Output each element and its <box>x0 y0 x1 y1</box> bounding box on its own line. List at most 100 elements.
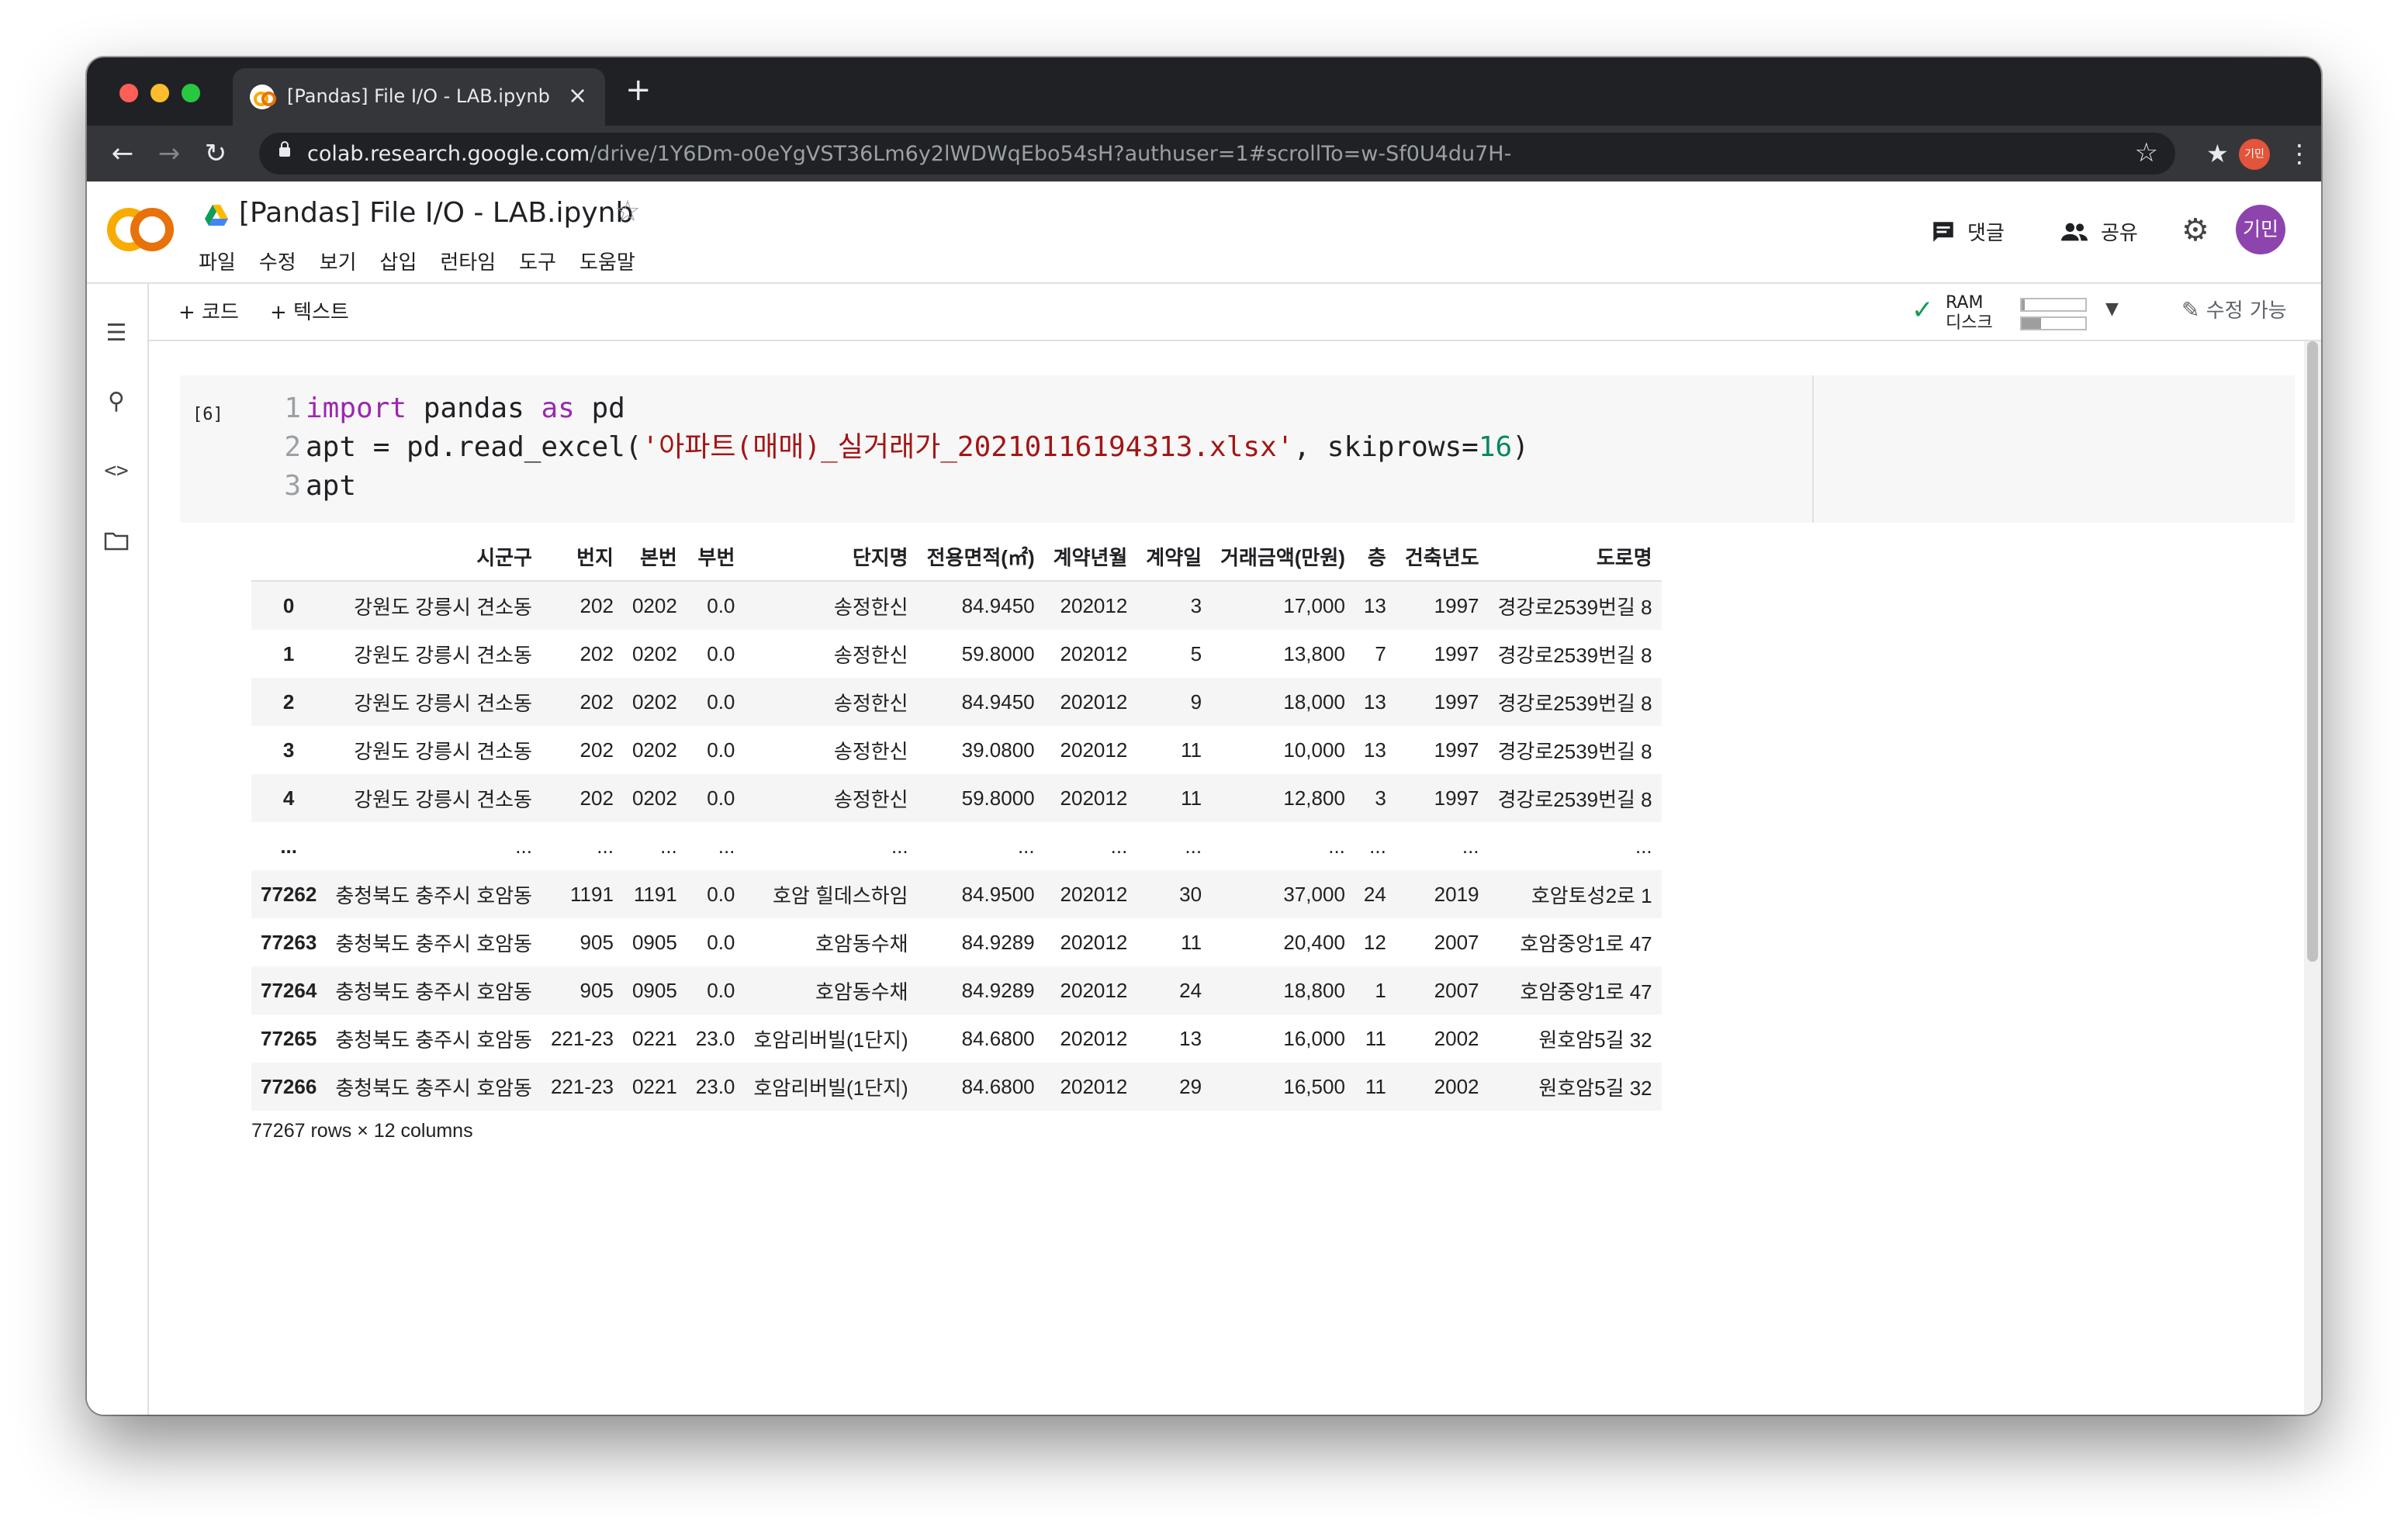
code-cell[interactable]: [6] 1 import pandas as pd 2 apt = pd.read_e… <box>180 375 2295 523</box>
add-text-button[interactable]: + 텍스트 <box>270 296 349 325</box>
reload-icon[interactable]: ↻ <box>199 137 233 171</box>
notebook-title[interactable]: [Pandas] File I/O - LAB.ipynb <box>239 197 633 229</box>
table-cell: 호암중앙1로 47 <box>1488 966 1662 1014</box>
table-cell: ... <box>1635 834 1652 858</box>
table-cell: ... <box>1110 834 1128 858</box>
add-code-button[interactable]: + 코드 <box>178 296 239 325</box>
address-bar[interactable]: colab.research.google.com/drive/1Y6Dm-o0… <box>259 133 2175 175</box>
table-row: 77264 충청북도 충주시 호암동 905 0905 0.0 호암동수채 84.9289 2… <box>251 966 1662 1014</box>
table-cell: 0202 <box>631 641 677 665</box>
table-cell: ... <box>1185 834 1202 858</box>
row-index: 77265 <box>261 1026 317 1050</box>
table-cell: 13 <box>1354 581 1396 630</box>
scrollbar-thumb[interactable] <box>2307 341 2318 962</box>
table-cell: 0.0 <box>686 966 745 1014</box>
table-cell: 30 <box>1137 870 1212 918</box>
notebook-toolbar: + 코드 + 텍스트 ✓ RAM 디스크 ▼ ✎ 수정 가능 ⌃ <box>149 284 2321 341</box>
code-snippets-icon[interactable]: <> <box>101 459 132 490</box>
table-cell: 0202 <box>631 738 677 762</box>
table-row: 3 강원도 강릉시 견소동 202 0202 0.0 송정한신 39.0800 202012 1… <box>251 726 1662 774</box>
user-avatar[interactable]: 기민 <box>2236 205 2285 254</box>
settings-gear-icon[interactable]: ⚙ <box>2181 213 2209 248</box>
forward-icon[interactable]: → <box>152 137 186 171</box>
minimize-window-button[interactable] <box>150 84 169 102</box>
close-window-button[interactable] <box>119 84 138 102</box>
table-cell: 2007 <box>1395 966 1489 1014</box>
table-cell: 원호암5길 32 <box>1538 1028 1652 1052</box>
table-cell: 3 <box>1137 581 1212 630</box>
table-cell: 13 <box>1363 738 1386 762</box>
table-cell: 16,500 <box>1211 1063 1354 1111</box>
table-row: 4 강원도 강릉시 견소동 202 0202 0.0 송정한신 59.8000 202012 1… <box>251 774 1662 822</box>
menu-runtime[interactable]: 런타임 <box>440 247 496 275</box>
table-cell: 59.8000 <box>961 641 1035 665</box>
table-cell: 1 <box>1354 966 1396 1014</box>
comment-button[interactable]: 댓글 <box>1930 217 2005 246</box>
table-cell: 2002 <box>1395 1063 1489 1111</box>
tab-close-icon[interactable]: × <box>568 82 587 109</box>
star-notebook-icon[interactable]: ☆ <box>614 194 641 228</box>
table-cell: 202012 <box>1060 1026 1128 1050</box>
share-button[interactable]: 공유 <box>2059 217 2138 246</box>
code-line-2: 2 apt = pd.read_excel('아파트(매매)_실거래가_20210… <box>284 431 1529 463</box>
table-cell: 강원도 강릉시 견소동 <box>326 678 541 726</box>
menu-edit[interactable]: 수정 <box>259 247 296 275</box>
table-cell: 13 <box>1354 678 1396 726</box>
table-cell: 23.0 <box>686 1063 745 1111</box>
row-index: 77262 <box>251 870 327 918</box>
table-cell: 1997 <box>1434 738 1479 762</box>
table-cell: 84.9289 <box>917 966 1044 1014</box>
table-cell: 강원도 강릉시 견소동 <box>326 774 541 822</box>
people-icon <box>2061 223 2088 240</box>
table-cell: 202 <box>580 641 614 665</box>
bookmark-star-icon[interactable]: ☆ <box>2135 137 2158 168</box>
zoom-window-button[interactable] <box>182 84 200 102</box>
menu-tools[interactable]: 도구 <box>519 247 556 275</box>
back-icon[interactable]: ← <box>106 137 140 171</box>
table-cell: 13,800 <box>1283 641 1345 665</box>
table-cell: 0.0 <box>686 774 745 822</box>
browser-toolbar: ← → ↻ colab.research.google.com/drive/1Y… <box>87 126 2321 181</box>
code-editor[interactable]: 1 import pandas as pd 2 apt = pd.read_excel… <box>273 389 1529 506</box>
browser-profile-avatar[interactable]: 기민 <box>2239 139 2270 170</box>
table-cell: 202012 <box>1043 1063 1137 1111</box>
table-cell: 경강로2539번길 8 <box>1488 678 1662 726</box>
table-cell: 경강로2539번길 8 <box>1497 643 1652 667</box>
table-cell: 1191 <box>622 870 687 918</box>
table-cell: 0.0 <box>707 930 735 954</box>
table-cell: 충청북도 충주시 호암동 <box>335 1028 532 1052</box>
table-cell: 송정한신 <box>744 678 918 726</box>
table-cell: 24 <box>1137 966 1212 1014</box>
notebook-scrollbar[interactable] <box>2304 341 2321 1415</box>
drive-icon[interactable] <box>205 205 228 226</box>
browser-tab[interactable]: [Pandas] File I/O - LAB.ipynb - × <box>233 68 605 126</box>
table-cell: 37,000 <box>1211 870 1354 918</box>
table-of-contents-icon[interactable]: ☰ <box>101 320 132 351</box>
table-cell: 1997 <box>1395 581 1489 630</box>
table-cell: 호암토성2로 1 <box>1488 870 1662 918</box>
table-cell: 2002 <box>1434 1026 1479 1050</box>
bookmarks-icon[interactable]: ★ <box>2206 137 2229 171</box>
table-cell: 송정한신 <box>744 581 918 630</box>
table-cell: 202012 <box>1043 966 1137 1014</box>
table-cell: 29 <box>1137 1063 1212 1111</box>
menu-view[interactable]: 보기 <box>320 247 357 275</box>
new-tab-icon[interactable]: + <box>625 74 652 105</box>
folder-icon[interactable] <box>101 530 132 562</box>
runtime-dropdown-icon[interactable]: ▼ <box>2105 299 2119 319</box>
menu-help[interactable]: 도움말 <box>580 247 635 275</box>
edit-mode-button[interactable]: ✎ 수정 가능 <box>2181 295 2287 323</box>
column-header: 전용면적(㎡) <box>917 532 1044 582</box>
colab-header: [Pandas] File I/O - LAB.ipynb ☆ 파일 수정 보기… <box>87 181 2321 284</box>
table-cell: ... <box>1017 834 1035 858</box>
column-header: 번지 <box>541 532 623 582</box>
table-cell: 1997 <box>1434 641 1479 665</box>
browser-menu-icon[interactable]: ⋮ <box>2287 137 2312 171</box>
search-icon[interactable]: ⚲ <box>101 388 132 419</box>
colab-logo[interactable] <box>107 203 174 253</box>
menu-file[interactable]: 파일 <box>199 247 236 275</box>
table-row: 0 강원도 강릉시 견소동 202 0202 0.0 송정한신 84.9450 202012 3… <box>251 581 1662 630</box>
menu-insert[interactable]: 삽입 <box>380 247 417 275</box>
table-cell: 충청북도 충주시 호암동 <box>326 870 541 918</box>
resource-monitor[interactable]: ✓ RAM 디스크 <box>1912 292 2087 333</box>
